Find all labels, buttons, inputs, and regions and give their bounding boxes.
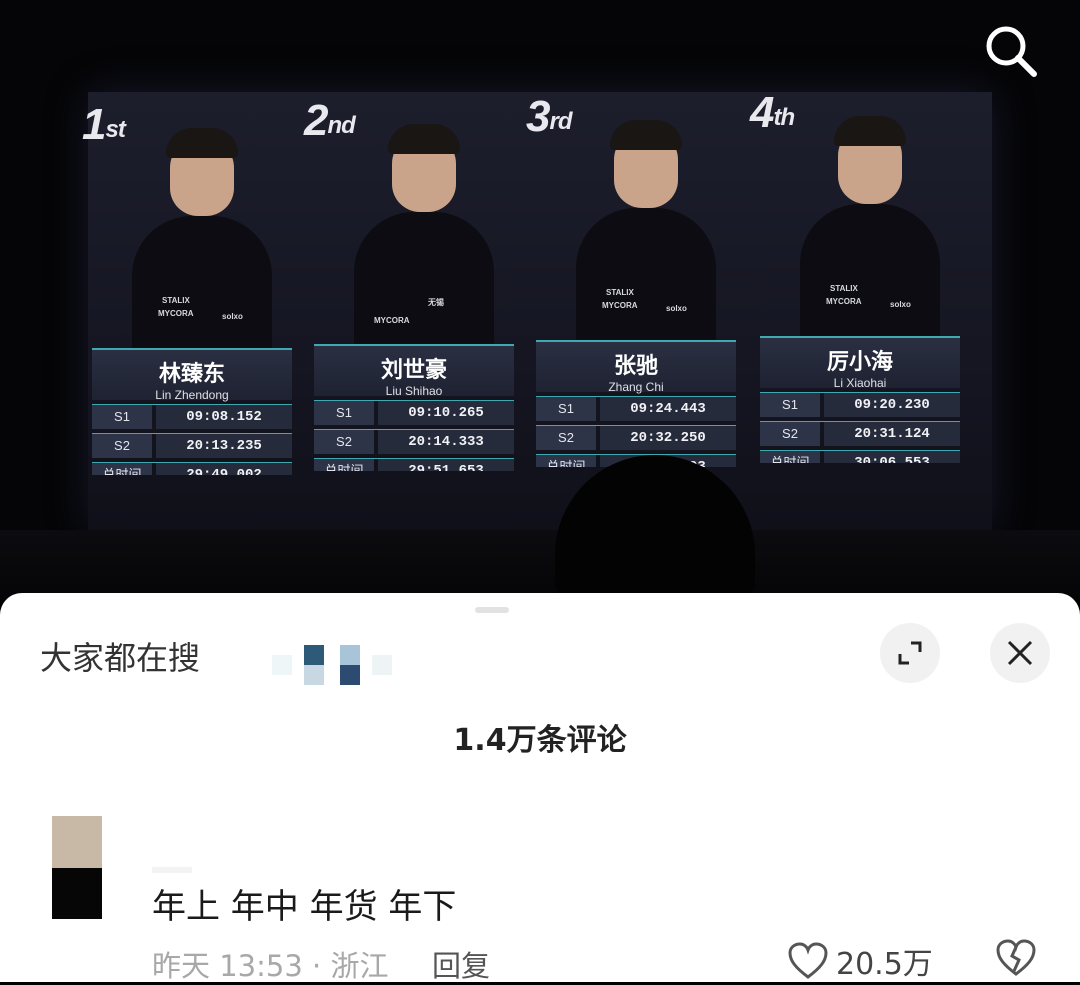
result-card: 厉小海 Li Xiaohai S1 09:20.230 S2 20:31.124 总… [760, 336, 960, 476]
reply-button[interactable]: 回复 [432, 943, 490, 985]
s2-time: 20:31.124 [824, 422, 960, 446]
result-card: 林臻东 Lin Zhendong S1 09:08.152 S2 20:13.235… [92, 348, 292, 488]
heart-icon [788, 942, 828, 979]
close-button[interactable] [990, 623, 1050, 683]
rank-label: 2nd [304, 96, 356, 145]
total-time: 30:06.553 [824, 451, 960, 463]
driver-name-en: Li Xiaohai [833, 376, 887, 390]
video-player[interactable]: 1st STALIX MYCORA solxo 林臻东 Lin Zhendong… [0, 0, 1080, 600]
comment-sheet: 大家都在搜 1.4万条评论 年上 年中 年货 年下 昨天 13:53 · 浙江 … [0, 593, 1080, 985]
avatar[interactable] [52, 816, 102, 919]
close-icon [1007, 640, 1033, 666]
comment-timestamp-location: 昨天 13:53 · 浙江 [152, 949, 389, 983]
s2-time: 20:14.333 [378, 430, 514, 454]
driver-name-cn: 厉小海 [826, 350, 893, 375]
username-redacted[interactable] [152, 867, 192, 873]
driver-name-en: Zhang Chi [608, 380, 664, 394]
rank-label: 1st [82, 100, 126, 149]
like-count: 20.5万 [836, 947, 933, 982]
driver-portrait: STALIX MYCORA solxo [132, 126, 272, 356]
expand-icon [898, 641, 922, 665]
trending-search-term-redacted[interactable] [262, 637, 402, 685]
driver-name-cn: 张驰 [613, 354, 658, 379]
driver-portrait: MYCORA 无锡 [354, 122, 494, 352]
comment-text: 年上 年中 年货 年下 [152, 887, 457, 927]
search-icon [986, 26, 1037, 77]
driver-portrait: STALIX MYCORA solxo [800, 114, 940, 344]
result-card: 刘世豪 Liu Shihao S1 09:10.265 S2 20:14.333 总… [314, 344, 514, 484]
driver-name-cn: 刘世豪 [380, 358, 447, 383]
s1-time: 09:20.230 [824, 393, 960, 417]
s1-time: 09:24.443 [600, 397, 736, 421]
driver-name-en: Liu Shihao [385, 384, 443, 398]
s1-time: 09:10.265 [378, 401, 514, 425]
search-button[interactable] [980, 20, 1040, 80]
drag-handle[interactable] [475, 607, 509, 613]
dislike-button[interactable] [995, 939, 1037, 982]
like-button[interactable]: 20.5万 [788, 939, 933, 983]
s1-time: 09:08.152 [156, 405, 292, 429]
theater-floor [0, 530, 1080, 600]
total-time: 29:51.653 [378, 459, 514, 471]
rank-label: 4th [750, 88, 795, 137]
s2-time: 20:32.250 [600, 426, 736, 450]
driver-portrait: STALIX MYCORA solxo [576, 118, 716, 348]
total-time: 29:49.002 [156, 463, 292, 475]
projection-screen: 1st STALIX MYCORA solxo 林臻东 Lin Zhendong… [82, 88, 992, 532]
driver-name-en: Lin Zhendong [155, 388, 229, 402]
broken-heart-icon [996, 939, 1036, 976]
comment-count-title: 1.4万条评论 [453, 723, 627, 758]
s2-time: 20:13.235 [156, 434, 292, 458]
driver-name-cn: 林臻东 [158, 362, 225, 387]
expand-button[interactable] [880, 623, 940, 683]
trending-search-label[interactable]: 大家都在搜 [40, 633, 200, 679]
rank-label: 3rd [526, 92, 572, 141]
